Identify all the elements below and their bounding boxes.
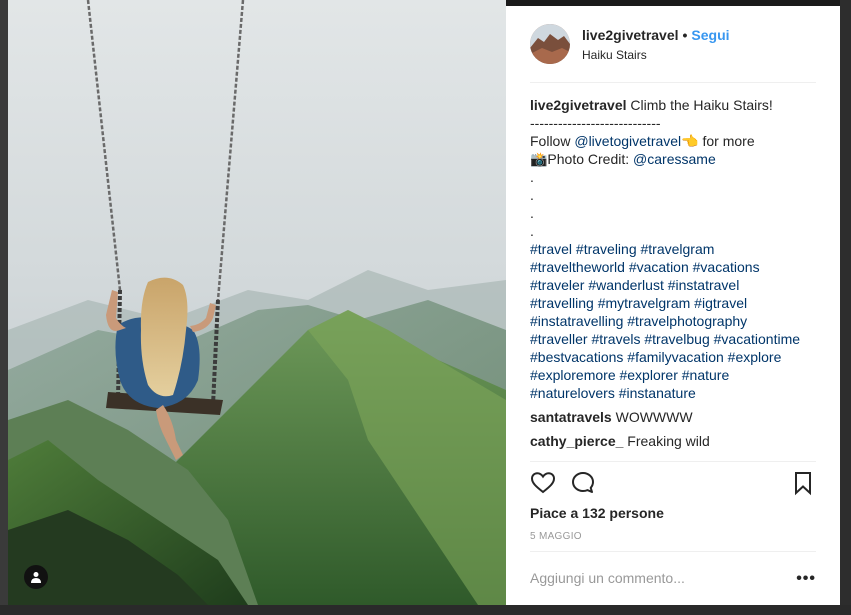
comment-username[interactable]: cathy_pierce_: [530, 433, 623, 449]
follow-suffix: 👈 for more: [681, 133, 755, 149]
post-caption: live2givetravel Climb the Haiku Stairs! …: [530, 96, 830, 402]
comment-text: Freaking wild: [627, 433, 710, 449]
hashtag-line[interactable]: #travelling #mytravelgram #igtravel: [530, 294, 830, 312]
header-username[interactable]: live2givetravel: [582, 27, 679, 43]
caption-dot: .: [530, 223, 534, 239]
avatar[interactable]: [530, 24, 570, 64]
swing-landscape-image: [8, 0, 506, 605]
credit-prefix: 📸Photo Credit:: [530, 151, 630, 167]
background-left: [0, 0, 8, 615]
caption-title: Climb the Haiku Stairs!: [630, 97, 773, 113]
hashtag-line[interactable]: #exploremore #explorer #nature: [530, 366, 830, 384]
mention-caressame[interactable]: @caressame: [633, 151, 716, 167]
bookmark-icon[interactable]: [790, 470, 816, 496]
hashtag-line[interactable]: #traveltheworld #vacation #vacations: [530, 258, 830, 276]
header-username-row: live2givetravel • Segui: [582, 27, 730, 43]
more-options-button[interactable]: •••: [796, 570, 816, 588]
mention-livetogivetravel[interactable]: @livetogivetravel: [574, 133, 681, 149]
separator-dot: •: [682, 27, 688, 43]
post-details-panel: live2givetravel • Segui Haiku Stairs live2…: [506, 6, 840, 605]
hashtag-line[interactable]: #naturelovers #instanature: [530, 384, 830, 402]
comment-input[interactable]: Aggiungi un commento...: [530, 570, 685, 586]
hashtag-line[interactable]: #bestvacations #familyvacation #explore: [530, 348, 830, 366]
comment-text: WOWWWW: [615, 409, 693, 425]
comment-bubble-icon[interactable]: [570, 470, 596, 496]
caption-dot: .: [530, 169, 534, 185]
background-right: [840, 0, 851, 615]
hashtag-line[interactable]: #traveler #wanderlust #instatravel: [530, 276, 830, 294]
location-link[interactable]: Haiku Stairs: [582, 48, 647, 62]
post-date[interactable]: 5 MAGGIO: [530, 531, 582, 542]
caption-dot: .: [530, 205, 534, 221]
user-tag-icon[interactable]: [24, 565, 48, 589]
divider: [530, 461, 816, 462]
divider: [530, 551, 816, 552]
hashtag-line[interactable]: #instatravelling #travelphotography: [530, 312, 830, 330]
heart-icon[interactable]: [530, 470, 556, 496]
caption-divider: ----------------------------: [530, 115, 661, 131]
divider: [530, 82, 816, 83]
action-bar: [530, 470, 816, 500]
post-photo[interactable]: [8, 0, 506, 605]
caption-username[interactable]: live2givetravel: [530, 97, 627, 113]
background-bottom: [0, 605, 851, 615]
comment-item: santatravels WOWWWW: [530, 408, 693, 426]
caption-dot: .: [530, 187, 534, 203]
hashtag-line[interactable]: #traveller #travels #travelbug #vacation…: [530, 330, 830, 348]
comment-username[interactable]: santatravels: [530, 409, 612, 425]
likes-count[interactable]: Piace a 132 persone: [530, 505, 664, 521]
post-header: live2givetravel • Segui Haiku Stairs: [530, 24, 816, 70]
follow-prefix: Follow: [530, 133, 571, 149]
follow-button[interactable]: Segui: [691, 27, 729, 43]
comment-item: cathy_pierce_ Freaking wild: [530, 432, 710, 450]
hashtag-line[interactable]: #travel #traveling #travelgram: [530, 240, 830, 258]
